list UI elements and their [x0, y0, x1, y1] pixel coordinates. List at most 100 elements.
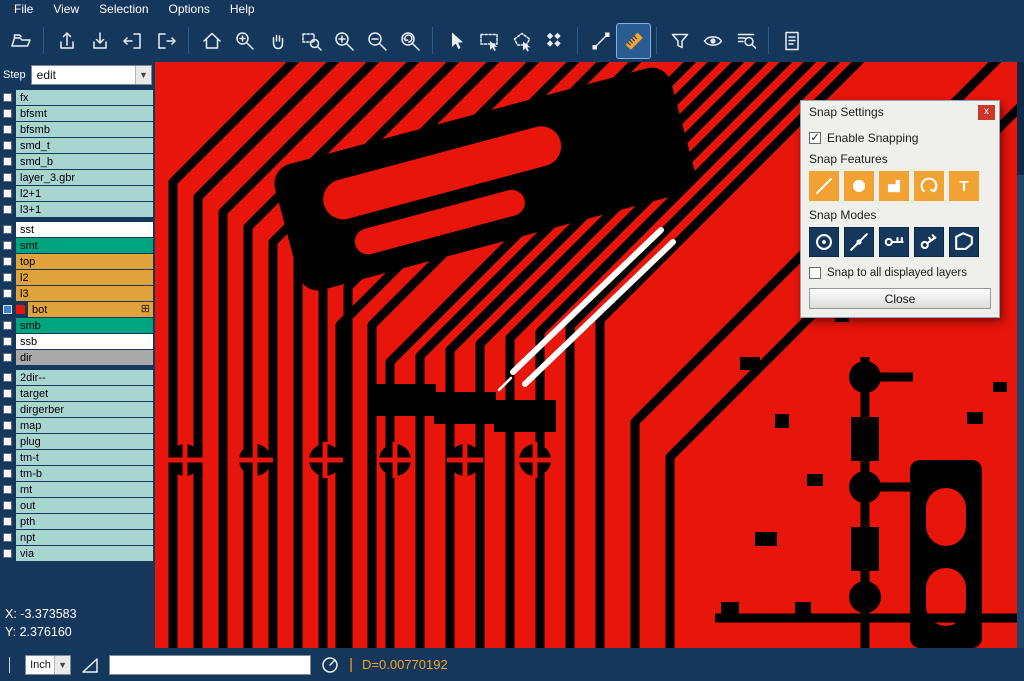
ruler-measure-button[interactable]: [617, 24, 650, 58]
view-options-button[interactable]: [696, 24, 729, 58]
layer-row-npt[interactable]: npt: [0, 530, 155, 545]
layer-name[interactable]: via: [16, 546, 153, 561]
home-view-button[interactable]: [195, 24, 228, 58]
layer-row-ssb[interactable]: ssb: [0, 334, 155, 349]
layer-name[interactable]: out: [16, 498, 153, 513]
layer-visibility-checkbox[interactable]: [3, 93, 12, 102]
zoom-window-button[interactable]: [294, 24, 327, 58]
layer-name[interactable]: ssb: [16, 334, 153, 349]
layer-visibility-checkbox[interactable]: [3, 549, 12, 558]
layer-visibility-checkbox[interactable]: [3, 225, 12, 234]
layer-row-map[interactable]: map: [0, 418, 155, 433]
snap-line-button[interactable]: [809, 171, 839, 201]
layer-visibility-checkbox[interactable]: [3, 189, 12, 198]
layer-visibility-checkbox[interactable]: [3, 485, 12, 494]
layer-name[interactable]: smd_b: [16, 154, 153, 169]
layer-row-l2[interactable]: l2: [0, 270, 155, 285]
layer-row-bfsmt[interactable]: bfsmt: [0, 106, 155, 121]
layer-name[interactable]: fx: [16, 90, 153, 105]
layer-visibility-checkbox[interactable]: [3, 141, 12, 150]
layer-row-tm-b[interactable]: tm-b: [0, 466, 155, 481]
snap-surface-button[interactable]: [879, 171, 909, 201]
snap-contour-button[interactable]: [949, 227, 979, 257]
layer-row-smt[interactable]: smt: [0, 238, 155, 253]
layer-visibility-checkbox[interactable]: [3, 273, 12, 282]
layer-name[interactable]: tm-t: [16, 450, 153, 465]
zoom-out-button[interactable]: [360, 24, 393, 58]
layer-visibility-checkbox[interactable]: [3, 405, 12, 414]
layer-visibility-checkbox[interactable]: [3, 469, 12, 478]
snap-all-layers-checkbox[interactable]: [809, 267, 821, 279]
layer-visibility-checkbox[interactable]: [3, 501, 12, 510]
menu-selection[interactable]: Selection: [89, 0, 158, 19]
layer-name[interactable]: bot⊞: [28, 302, 153, 317]
layer-visibility-checkbox[interactable]: [3, 173, 12, 182]
zoom-in-button[interactable]: [327, 24, 360, 58]
select-rectangle-button[interactable]: [472, 24, 505, 58]
zoom-previous-button[interactable]: [393, 24, 426, 58]
layer-name[interactable]: smd_t: [16, 138, 153, 153]
layer-name[interactable]: target: [16, 386, 153, 401]
triangle-ruler-icon[interactable]: [80, 655, 100, 675]
layer-name[interactable]: l2+1: [16, 186, 153, 201]
layer-row-via[interactable]: via: [0, 546, 155, 561]
layer-row-dirgerber[interactable]: dirgerber: [0, 402, 155, 417]
layer-visibility-checkbox[interactable]: [3, 257, 12, 266]
layer-row-dir[interactable]: dir: [0, 350, 155, 365]
step-select[interactable]: edit ▼: [31, 65, 152, 85]
find-button[interactable]: [729, 24, 762, 58]
circle-measure-icon[interactable]: [320, 655, 340, 675]
layer-row-plug[interactable]: plug: [0, 434, 155, 449]
layer-row-top[interactable]: top: [0, 254, 155, 269]
canvas-scrollbar[interactable]: [1017, 62, 1024, 648]
layer-visibility-checkbox[interactable]: [3, 205, 12, 214]
layer-name[interactable]: map: [16, 418, 153, 433]
pan-button[interactable]: [261, 24, 294, 58]
layer-name[interactable]: 2dir--: [16, 370, 153, 385]
select-polygon-button[interactable]: [505, 24, 538, 58]
pcb-canvas[interactable]: Snap Settings x Enable Snapping Snap Fea…: [155, 62, 1024, 648]
menu-file[interactable]: File: [4, 0, 43, 19]
layer-row-out[interactable]: out: [0, 498, 155, 513]
open-button[interactable]: [4, 24, 37, 58]
layer-row-smd_b[interactable]: smd_b: [0, 154, 155, 169]
layer-visibility-checkbox[interactable]: [3, 109, 12, 118]
measure-input[interactable]: [109, 655, 311, 675]
layer-name[interactable]: mt: [16, 482, 153, 497]
layer-name[interactable]: top: [16, 254, 153, 269]
filter-button[interactable]: [663, 24, 696, 58]
layer-visibility-checkbox[interactable]: [3, 125, 12, 134]
enable-snapping-checkbox[interactable]: [809, 132, 821, 144]
layer-row-l3+1[interactable]: l3+1: [0, 202, 155, 217]
menu-help[interactable]: Help: [220, 0, 265, 19]
snap-key-angled-button[interactable]: [914, 227, 944, 257]
layer-visibility-checkbox[interactable]: [3, 305, 12, 314]
layer-visibility-checkbox[interactable]: [3, 241, 12, 250]
layer-name[interactable]: bfsmb: [16, 122, 153, 137]
layer-name[interactable]: smt: [16, 238, 153, 253]
enable-snapping-row[interactable]: Enable Snapping: [809, 131, 991, 145]
layer-visibility-checkbox[interactable]: [3, 389, 12, 398]
layer-visibility-checkbox[interactable]: [3, 421, 12, 430]
layer-name[interactable]: l3+1: [16, 202, 153, 217]
scrollbar-thumb[interactable]: [1017, 62, 1024, 175]
layer-row-sst[interactable]: sst: [0, 222, 155, 237]
layer-visibility-checkbox[interactable]: [3, 437, 12, 446]
close-icon[interactable]: x: [978, 105, 995, 120]
layer-row-smd_t[interactable]: smd_t: [0, 138, 155, 153]
layer-visibility-checkbox[interactable]: [3, 517, 12, 526]
layer-name[interactable]: pth: [16, 514, 153, 529]
layer-visibility-checkbox[interactable]: [3, 453, 12, 462]
import-up-button[interactable]: [50, 24, 83, 58]
layer-row-l2+1[interactable]: l2+1: [0, 186, 155, 201]
snap-text-button[interactable]: T: [949, 171, 979, 201]
layer-row-smb[interactable]: smb: [0, 318, 155, 333]
layer-row-mt[interactable]: mt: [0, 482, 155, 497]
layer-name[interactable]: npt: [16, 530, 153, 545]
select-pointer-button[interactable]: [439, 24, 472, 58]
layer-row-layer_3.gbr[interactable]: layer_3.gbr: [0, 170, 155, 185]
snap-center-button[interactable]: [809, 227, 839, 257]
layer-name[interactable]: l2: [16, 270, 153, 285]
layer-name[interactable]: l3: [16, 286, 153, 301]
line-measure-button[interactable]: [584, 24, 617, 58]
